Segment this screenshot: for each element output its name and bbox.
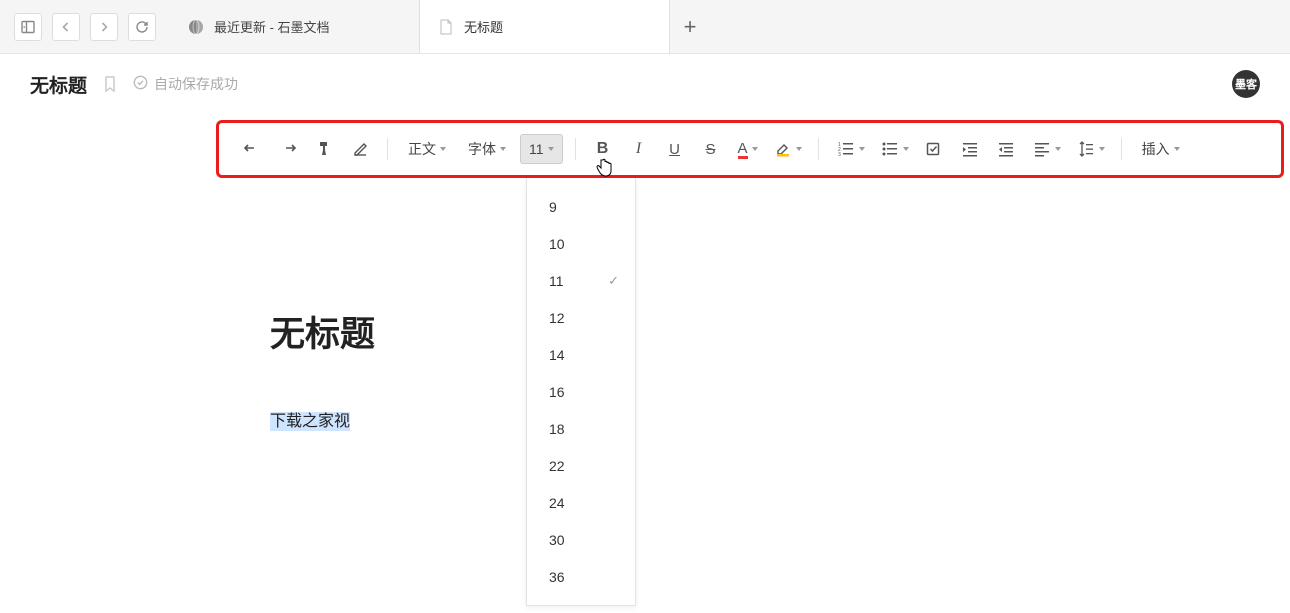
bookmark-icon[interactable] <box>103 75 117 93</box>
insert-dropdown[interactable]: 插入 <box>1134 134 1188 164</box>
globe-icon <box>188 19 204 35</box>
checklist-button[interactable] <box>919 134 949 164</box>
tab-label: 无标题 <box>464 17 503 36</box>
new-tab-button[interactable]: + <box>670 0 710 53</box>
font-size-dropdown[interactable]: 11 <box>520 134 563 164</box>
caret-down-icon <box>440 147 446 151</box>
unordered-list-button[interactable] <box>875 134 913 164</box>
caret-down-icon <box>1055 147 1061 151</box>
tab-strip: 最近更新 - 石墨文档 无标题 + <box>170 0 1290 53</box>
font-size-option[interactable]: 12 <box>527 299 635 336</box>
bold-button[interactable]: B <box>588 134 618 164</box>
caret-down-icon <box>859 147 865 151</box>
font-size-option[interactable]: 9 <box>527 188 635 225</box>
font-size-option[interactable]: 16 <box>527 373 635 410</box>
font-label: 字体 <box>468 139 496 159</box>
document-icon <box>438 19 454 35</box>
caret-down-icon <box>548 147 554 151</box>
caret-down-icon <box>1174 147 1180 151</box>
clear-format-button[interactable] <box>345 134 375 164</box>
insert-label: 插入 <box>1142 139 1170 159</box>
browser-controls <box>0 0 170 53</box>
font-size-option[interactable]: 22 <box>527 447 635 484</box>
underline-button[interactable]: U <box>660 134 690 164</box>
document-canvas: 无标题 下载之家视 <box>0 200 1290 613</box>
reload-button[interactable] <box>128 13 156 41</box>
avatar[interactable]: 墨客 <box>1232 70 1260 98</box>
caret-down-icon <box>903 147 909 151</box>
caret-down-icon <box>1099 147 1105 151</box>
style-label: 正文 <box>408 139 436 159</box>
forward-button[interactable] <box>90 13 118 41</box>
italic-button[interactable]: I <box>624 134 654 164</box>
selected-text[interactable]: 下载之家视 <box>270 412 350 431</box>
font-size-label: 11 <box>529 141 544 157</box>
tab-untitled[interactable]: 无标题 <box>420 0 670 53</box>
save-status: 自动保存成功 <box>133 74 238 94</box>
document-title[interactable]: 无标题 <box>270 306 1020 357</box>
indent-decrease-button[interactable] <box>991 134 1021 164</box>
font-size-menu: 91011✓1214161822243036 <box>526 178 636 606</box>
doc-title[interactable]: 无标题 <box>30 71 87 98</box>
font-size-option[interactable]: 24 <box>527 484 635 521</box>
line-spacing-button[interactable] <box>1071 134 1109 164</box>
check-icon: ✓ <box>608 273 619 289</box>
undo-button[interactable] <box>237 134 267 164</box>
browser-bar: 最近更新 - 石墨文档 无标题 + <box>0 0 1290 54</box>
check-circle-icon <box>133 75 148 93</box>
font-dropdown[interactable]: 字体 <box>460 134 514 164</box>
caret-down-icon <box>796 147 802 151</box>
align-button[interactable] <box>1027 134 1065 164</box>
indent-increase-button[interactable] <box>955 134 985 164</box>
document-header: 无标题 自动保存成功 墨客 <box>0 54 1290 114</box>
style-dropdown[interactable]: 正文 <box>400 134 454 164</box>
font-size-option[interactable]: 14 <box>527 336 635 373</box>
strikethrough-button[interactable]: S <box>696 134 726 164</box>
font-size-option[interactable]: 10 <box>527 225 635 262</box>
tab-recent-updates[interactable]: 最近更新 - 石墨文档 <box>170 0 420 53</box>
font-size-option[interactable]: 11✓ <box>527 262 635 299</box>
format-painter-button[interactable] <box>309 134 339 164</box>
back-button[interactable] <box>52 13 80 41</box>
page[interactable]: 无标题 下载之家视 <box>270 200 1020 613</box>
redo-button[interactable] <box>273 134 303 164</box>
tab-label: 最近更新 - 石墨文档 <box>214 17 330 36</box>
ordered-list-button[interactable]: 123 <box>831 134 869 164</box>
save-status-text: 自动保存成功 <box>154 74 238 94</box>
font-size-option[interactable]: 30 <box>527 521 635 558</box>
sidebar-toggle-button[interactable] <box>14 13 42 41</box>
caret-down-icon <box>752 147 758 151</box>
text-color-button[interactable]: A <box>732 134 762 164</box>
caret-down-icon <box>500 147 506 151</box>
highlight-color-button[interactable] <box>768 134 806 164</box>
font-size-option[interactable]: 36 <box>527 558 635 595</box>
font-size-option[interactable]: 18 <box>527 410 635 447</box>
svg-text:3: 3 <box>838 152 841 158</box>
toolbar: 正文 字体 11 B I U S A 123 <box>216 120 1284 178</box>
